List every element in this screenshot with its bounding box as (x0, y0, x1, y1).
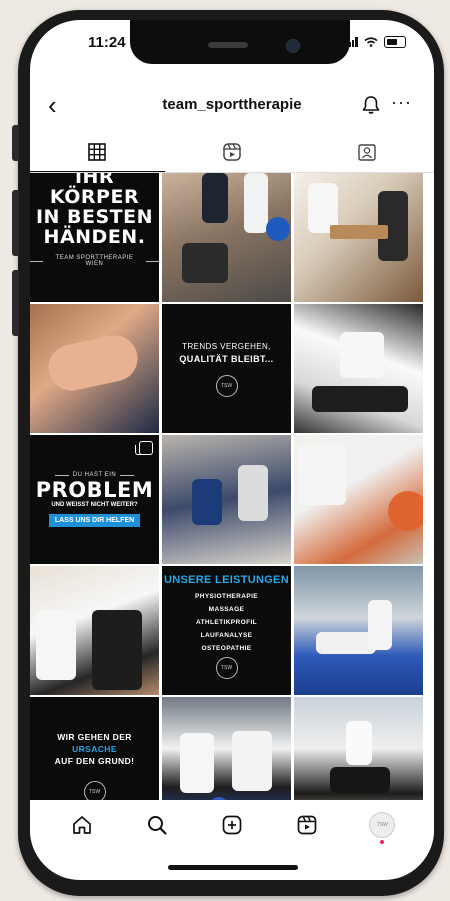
phone-screen: 11:24 ‹ team_sporttherapie ··· IHR KÖRPE… (30, 20, 434, 880)
post-tile[interactable] (294, 566, 423, 695)
volume-up-button (12, 190, 19, 256)
post-tile[interactable] (294, 173, 423, 302)
person-figure (36, 610, 76, 680)
tab-grid[interactable] (30, 132, 165, 172)
nav-create[interactable] (217, 810, 247, 840)
service-item: OSTEOPATHIE (201, 645, 252, 652)
brand-logo-icon: TSW (215, 657, 238, 679)
post-tile[interactable] (162, 173, 291, 302)
person-figure (92, 610, 142, 690)
person-figure (202, 173, 228, 223)
person-figure (298, 445, 346, 505)
battery-icon (384, 36, 406, 48)
post-text: QUALITÄT BLEIBT... (179, 353, 274, 364)
post-tile[interactable] (294, 435, 423, 564)
post-tile[interactable] (162, 435, 291, 564)
post-text: AUF DEN GRUND! (54, 755, 135, 766)
grid-icon (88, 142, 107, 161)
person-figure (316, 632, 376, 654)
person-figure (368, 600, 392, 650)
post-tile[interactable] (294, 304, 423, 433)
nav-profile[interactable]: TSW (367, 810, 397, 844)
service-item: LAUFANALYSE (200, 632, 253, 639)
post-text: TRENDS VERGEHEN, (182, 341, 271, 351)
multi-post-icon (135, 441, 153, 455)
post-title: UNSERE LEISTUNGEN (164, 574, 289, 586)
nav-reels[interactable] (292, 810, 322, 840)
wifi-icon (364, 37, 378, 47)
posts-grid: IHR KÖRPER IN BESTEN HÄNDEN. TEAM SPORTT… (30, 173, 434, 826)
post-tile[interactable]: TRENDS VERGEHEN, QUALITÄT BLEIBT... TSW (162, 304, 291, 433)
profile-tabs (30, 132, 434, 173)
post-tile[interactable]: UNSERE LEISTUNGEN PHYSIOTHERAPIE MASSAGE… (162, 566, 291, 695)
create-icon (222, 815, 242, 835)
notch (130, 20, 350, 64)
cta-badge: LASS UNS DIR HELFEN (48, 514, 141, 527)
service-item: ATHLETIKPROFIL (195, 619, 258, 626)
post-footer: TEAM SPORTTHERAPIE WIEN (30, 255, 159, 267)
post-text: WIR GEHEN DER (57, 731, 132, 742)
post-tile[interactable]: DU HAST EIN PROBLEM UND WEISST NICHT WEI… (30, 435, 159, 564)
person-figure (346, 721, 372, 765)
profile-avatar: TSW (369, 812, 396, 838)
search-icon (147, 816, 167, 835)
post-tile[interactable] (30, 566, 159, 695)
signal-icon (344, 37, 358, 47)
brand-logo-icon: TSW (215, 374, 238, 397)
person-figure (340, 332, 384, 378)
services-list: PHYSIOTHERAPIE MASSAGE ATHLETIKPROFIL LA… (195, 590, 258, 655)
service-item: MASSAGE (208, 606, 245, 613)
post-text: UND WEISST NICHT WEITER? (51, 502, 138, 508)
tab-tagged[interactable] (299, 132, 434, 172)
status-icons (344, 36, 406, 48)
person-figure (238, 465, 268, 521)
equipment (182, 243, 228, 283)
person-figure (244, 173, 268, 233)
more-options-icon[interactable]: ··· (391, 92, 412, 113)
post-tile[interactable]: IHR KÖRPER IN BESTEN HÄNDEN. TEAM SPORTT… (30, 173, 159, 302)
hands (44, 331, 142, 395)
post-text: URSACHE (72, 743, 117, 754)
tagged-icon (357, 144, 376, 161)
nav-home[interactable] (67, 810, 97, 840)
exercise-ball (266, 217, 290, 241)
person-figure (180, 733, 214, 793)
exercise-ball (388, 491, 423, 531)
profile-header: ‹ team_sporttherapie ··· (30, 88, 434, 122)
person-figure (312, 386, 408, 412)
post-text: IHR KÖRPER (49, 173, 140, 208)
volume-down-button (12, 270, 19, 336)
person-figure (192, 479, 222, 525)
post-tile[interactable] (30, 304, 159, 433)
reels-icon (223, 143, 241, 161)
front-camera (286, 39, 300, 53)
desk (330, 225, 388, 239)
speaker (208, 42, 248, 48)
post-title: PROBLEM (35, 478, 154, 502)
service-item: PHYSIOTHERAPIE (194, 593, 259, 600)
tab-reels[interactable] (165, 132, 300, 172)
person-figure (232, 731, 272, 791)
person-figure (330, 767, 390, 793)
home-indicator (168, 865, 298, 870)
notification-dot (380, 840, 385, 844)
mute-switch (12, 125, 19, 161)
post-text: HÄNDEN. (43, 226, 146, 248)
reels-icon (297, 815, 317, 835)
nav-search[interactable] (142, 810, 172, 840)
bottom-navigation: TSW (30, 800, 434, 850)
notifications-bell-icon[interactable] (360, 94, 382, 116)
home-icon (72, 816, 91, 834)
status-time: 11:24 (88, 34, 126, 51)
post-text: IN BESTEN (35, 206, 154, 228)
